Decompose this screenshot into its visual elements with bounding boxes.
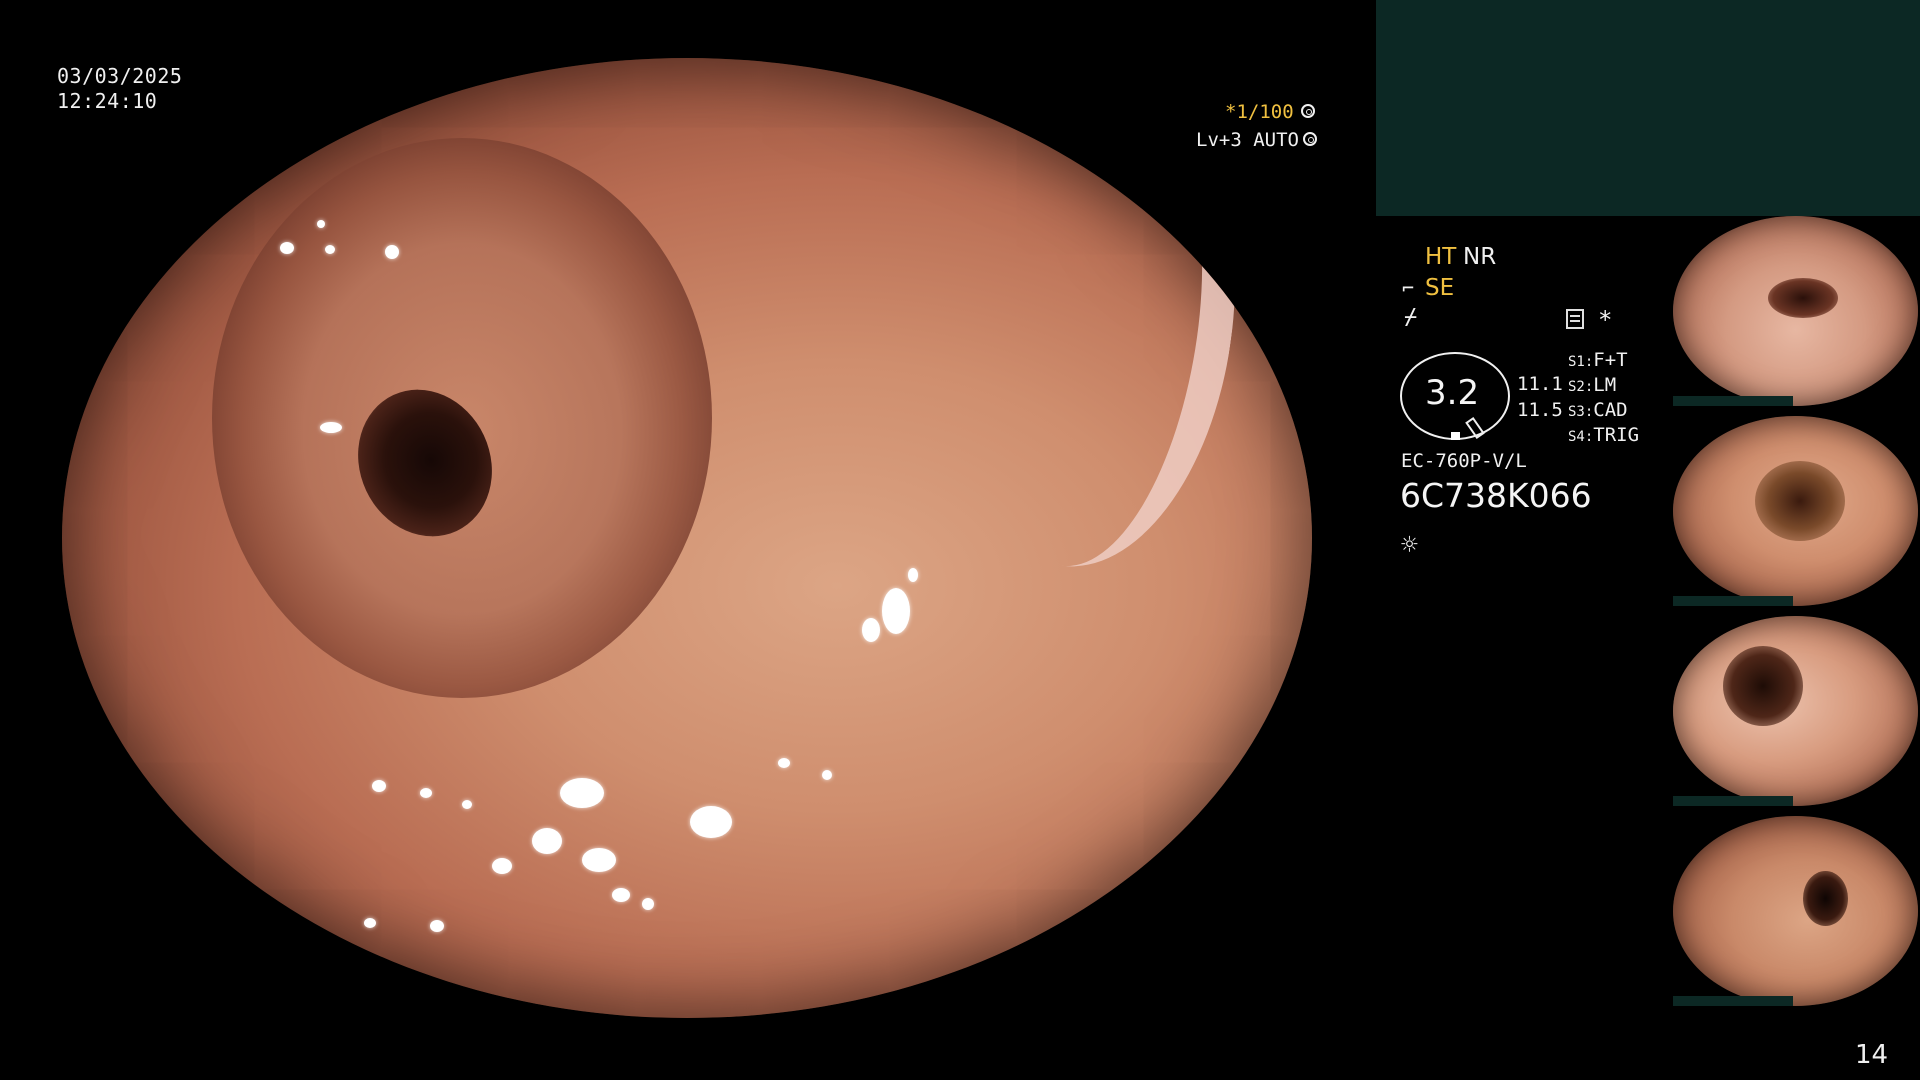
light-reflection	[560, 778, 604, 808]
endoscope-main-view	[62, 58, 1312, 1018]
light-reflection	[532, 828, 562, 854]
switch-key: S1:	[1568, 354, 1594, 370]
light-reflection	[690, 806, 732, 838]
switch-key: S3:	[1568, 404, 1594, 420]
switch-setting-1: S1:F+T	[1568, 349, 1628, 371]
light-reflection	[320, 422, 342, 433]
freeze-icon: ⌿	[1404, 305, 1418, 330]
light-source-icon: ☼	[1401, 528, 1418, 561]
scope-serial: 6C738K066	[1400, 476, 1592, 515]
light-reflection	[430, 920, 444, 932]
switch-value: F+T	[1593, 349, 1628, 371]
lumen-opening	[1723, 646, 1803, 726]
light-reflection	[862, 618, 880, 642]
capture-time: 12:24:10	[57, 89, 158, 113]
memory-icon	[1566, 309, 1584, 329]
zoom-marker	[1451, 432, 1460, 440]
star-icon: *	[1598, 306, 1613, 334]
light-reflection	[492, 858, 512, 874]
thumbnail-image	[1673, 416, 1918, 606]
switch-key: S2:	[1568, 379, 1594, 395]
zoom-value: 3.2	[1425, 373, 1480, 413]
thumbnail-caption-bar	[1673, 996, 1793, 1006]
se-indicator: SE	[1425, 275, 1455, 301]
structure-enhance-icon: ⌐	[1402, 276, 1415, 300]
light-reflection	[317, 220, 325, 228]
light-reflection	[642, 898, 654, 910]
shutter-speed: *1/100	[1225, 101, 1294, 123]
switch-setting-4: S4:TRIG	[1568, 424, 1639, 446]
light-reflection	[385, 245, 399, 259]
capture-date: 03/03/2025	[57, 64, 183, 88]
switch-setting-2: S2:LM	[1568, 374, 1616, 396]
ht-indicator: HT	[1425, 244, 1457, 270]
thumbnail-image	[1673, 816, 1918, 1006]
exposure-level: Lv+3 AUTO	[1196, 129, 1299, 151]
light-reflection	[822, 770, 832, 780]
light-reflection	[882, 588, 910, 634]
page-number: 14	[1855, 1040, 1889, 1070]
capture-thumbnail[interactable]	[1673, 216, 1918, 406]
lumen-opening	[1803, 871, 1848, 926]
light-reflection	[908, 568, 918, 582]
auto-exposure-icon	[1303, 132, 1317, 146]
reading-a: 11.1	[1517, 373, 1563, 395]
switch-value: CAD	[1593, 399, 1628, 421]
light-reflection	[325, 245, 335, 254]
switch-key: S4:	[1568, 429, 1594, 445]
light-reflection	[462, 800, 472, 809]
scope-model: EC-760P-V/L	[1401, 450, 1527, 472]
nr-indicator: NR	[1463, 244, 1497, 270]
lumen-opening	[1755, 461, 1845, 541]
light-reflection	[778, 758, 790, 768]
reading-b: 11.5	[1517, 399, 1563, 421]
switch-value: LM	[1593, 374, 1617, 396]
shutter-icon	[1301, 104, 1315, 118]
capture-thumbnail[interactable]	[1673, 816, 1918, 1006]
capture-thumbnail[interactable]	[1673, 616, 1918, 806]
thumbnail-image	[1673, 216, 1918, 406]
light-reflection	[364, 918, 376, 928]
switch-setting-3: S3:CAD	[1568, 399, 1628, 421]
thumbnail-image	[1673, 616, 1918, 806]
thumbnail-caption-bar	[1673, 596, 1793, 606]
lumen-opening	[1768, 278, 1838, 318]
switch-value: TRIG	[1593, 424, 1640, 446]
light-reflection	[372, 780, 386, 792]
light-reflection	[280, 242, 294, 254]
light-reflection	[420, 788, 432, 798]
thumbnail-caption-bar	[1673, 796, 1793, 806]
capture-thumbnail[interactable]	[1673, 416, 1918, 606]
info-panel-header	[1376, 0, 1920, 216]
light-reflection	[612, 888, 630, 902]
thumbnail-caption-bar	[1673, 396, 1793, 406]
light-reflection	[582, 848, 616, 872]
